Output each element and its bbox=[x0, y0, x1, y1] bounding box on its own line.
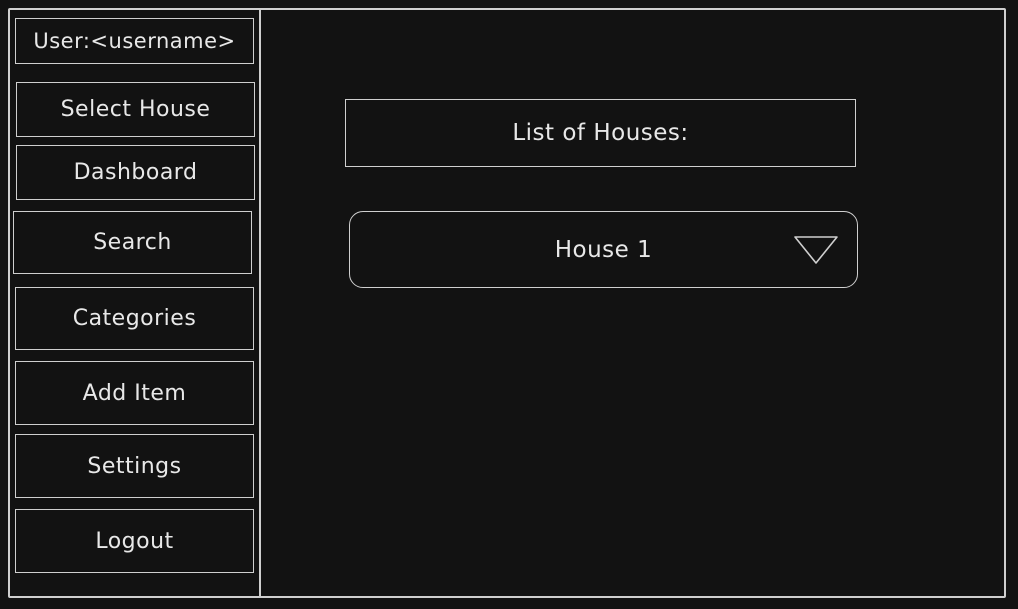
sidebar-item-logout[interactable]: Logout bbox=[15, 509, 254, 573]
user-label: User:<username> bbox=[15, 18, 254, 64]
sidebar-item-settings[interactable]: Settings bbox=[15, 434, 254, 498]
list-of-houses-heading: List of Houses: bbox=[345, 99, 856, 167]
sidebar-item-search[interactable]: Search bbox=[13, 211, 252, 274]
triangle-down-icon[interactable] bbox=[793, 234, 839, 266]
house-select-dropdown[interactable]: House 1 bbox=[349, 211, 858, 288]
sidebar-item-categories[interactable]: Categories bbox=[15, 287, 254, 350]
sidebar-item-select-house[interactable]: Select House bbox=[16, 82, 255, 137]
sidebar-item-add-item[interactable]: Add Item bbox=[15, 361, 254, 425]
sidebar-item-dashboard[interactable]: Dashboard bbox=[16, 145, 255, 200]
house-select-value: House 1 bbox=[554, 236, 653, 263]
